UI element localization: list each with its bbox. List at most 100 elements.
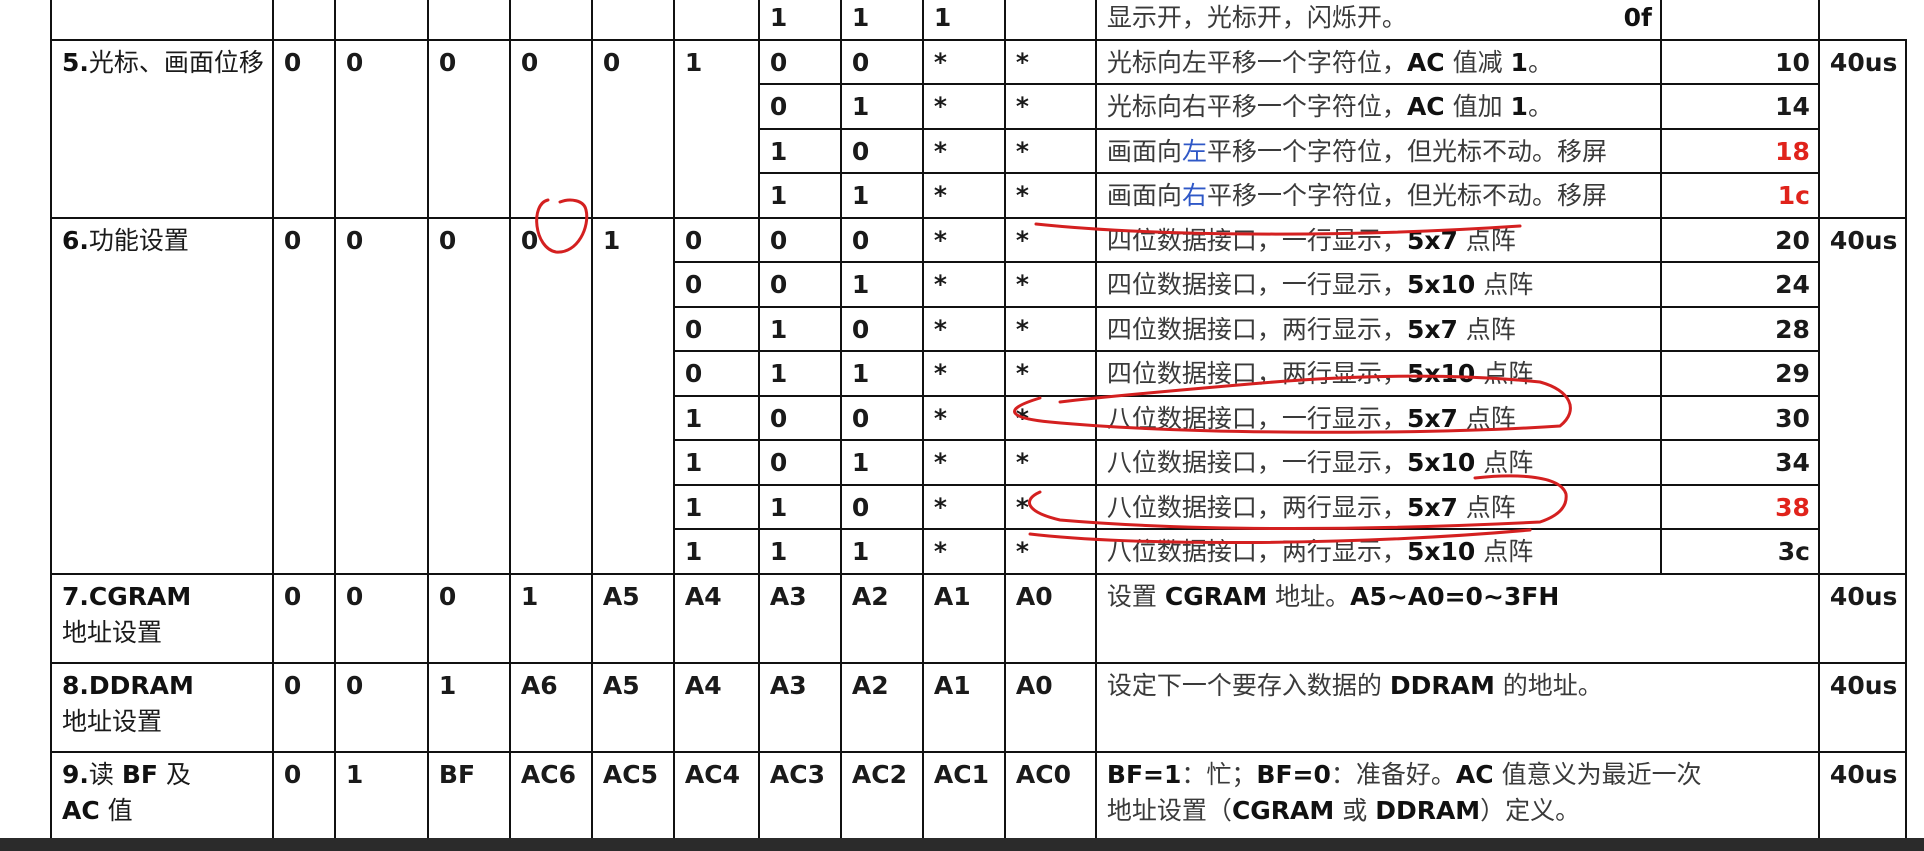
cell-bit: 0 (590, 38, 675, 219)
desc-keyword: 1 (1510, 47, 1528, 77)
desc-part: 八位数据接口，两行显示， (1106, 537, 1407, 566)
cell-description: 光标向右平移一个字符位，AC 值加 1。 (1094, 83, 1662, 130)
cell-bit: A4 (672, 572, 760, 664)
command-title: 读 (88, 759, 122, 789)
cell-bit: * (1003, 483, 1097, 530)
cell-bit: 0 (839, 394, 924, 441)
cell-bit: 1 (839, 439, 924, 486)
cell-description: 光标向左平移一个字符位，AC 值减 1。 (1094, 38, 1662, 85)
desc-part: 四位数据接口，两行显示， (1106, 314, 1407, 344)
desc-part: 点阵 (1457, 225, 1516, 255)
bottom-bar (0, 838, 1924, 851)
cell-description: 四位数据接口，一行显示，5x7 点阵 (1094, 216, 1662, 263)
desc-part: 四位数据接口，一行显示， (1106, 225, 1407, 255)
command-number: 9. (62, 759, 89, 789)
cell-description: 四位数据接口，两行显示，5x7 点阵 (1094, 305, 1662, 352)
cell-bit (590, 0, 675, 41)
desc-keyword: AC (1455, 759, 1494, 789)
cell-bit: AC5 (590, 750, 675, 842)
cell-bit: 0 (839, 305, 924, 352)
cell-time: 40us (1817, 750, 1908, 842)
cell-bit (333, 0, 429, 41)
cell-bit: A2 (839, 572, 924, 664)
cell-bit (1003, 0, 1097, 41)
cell-description: 画面向左平移一个字符位，但光标不动。移屏 (1094, 127, 1662, 174)
desc-line-2: 地址设置（CGRAM 或 DDRAM）定义。 (1107, 793, 1810, 829)
cell-bit: 0 (757, 83, 842, 130)
cell-bit: * (921, 127, 1006, 174)
cell-bit: * (921, 261, 1006, 308)
cell-command-name: 8.DDRAM 地址设置 (50, 661, 274, 753)
desc-part: 。 (1527, 92, 1553, 121)
desc-keyword: DDRAM (1389, 670, 1495, 700)
cell-bit: * (921, 172, 1006, 219)
cell-command-name: 5.光标、画面位移 (50, 38, 274, 219)
cell-bit (672, 0, 760, 41)
command-keyword: AC (62, 795, 100, 825)
cell-bit: AC3 (757, 750, 842, 842)
cell-name (50, 0, 274, 41)
command-title: 7.CGRAM (62, 581, 192, 611)
cell-bit: 0 (672, 261, 760, 308)
cell-bit: 1 (672, 439, 760, 486)
cell-bit: 0 (672, 216, 760, 263)
desc-part: 点阵 (1475, 537, 1534, 566)
cell-bit: * (1003, 261, 1097, 308)
cell-bit: * (1003, 394, 1097, 441)
desc-part: 地址设置（ (1106, 795, 1232, 825)
cell-description: 四位数据接口，两行显示，5x10 点阵 (1094, 350, 1662, 397)
cell-bit: 0 (426, 216, 511, 575)
cell-bit: AC2 (839, 750, 924, 842)
cell-bit: A6 (508, 661, 593, 753)
desc-part: 点阵 (1475, 448, 1534, 477)
cell-bit: 0 (757, 38, 842, 85)
cell-bit: BF (426, 750, 511, 842)
desc-part: 八位数据接口，两行显示， (1106, 492, 1407, 522)
desc-part: ：准备好。 (1330, 759, 1456, 789)
command-title: 光标、画面位移 (88, 47, 264, 77)
desc-part: 的地址。 (1494, 670, 1603, 700)
table-row: 1 1 1 显示开，光标开，闪烁开。 0f (50, 0, 1906, 41)
table-row: 9.读 BF 及 AC 值 0 1 BF AC6 AC5 AC4 AC3 AC2 … (50, 750, 1908, 842)
cell-bit: 0 (757, 439, 842, 486)
cell-bit: AC6 (508, 750, 593, 842)
desc-keyword: 5x7 (1406, 403, 1458, 433)
desc-keyword: 5x10 (1406, 270, 1476, 299)
cell-bit: 1 (672, 483, 760, 530)
cell-bit: 1 (839, 528, 924, 575)
desc-keyword: DDRAM (1375, 795, 1481, 825)
cell-bit: A1 (921, 661, 1006, 753)
cell-hex: 29 (1659, 350, 1820, 397)
desc-part: ：忙； (1181, 759, 1257, 789)
desc-part: 点阵 (1457, 403, 1516, 433)
desc-keyword: 5x7 (1406, 225, 1458, 255)
cell-bit: * (921, 216, 1006, 263)
cell-description: 画面向右平移一个字符位，但光标不动。移屏 (1094, 172, 1662, 219)
command-number: 6. (62, 225, 89, 255)
cell-hex: 38 (1659, 483, 1820, 530)
cell-bit: 0 (426, 572, 511, 664)
cell-bit: AC1 (921, 750, 1006, 842)
cell-description: 八位数据接口，两行显示，5x10 点阵 (1094, 528, 1662, 575)
cell-bit: * (1003, 172, 1097, 219)
cell-bit: 1 (839, 0, 924, 41)
cell-bit (271, 0, 336, 41)
desc-keyword: 5x10 (1406, 537, 1476, 566)
cell-time: 40us (1817, 661, 1908, 753)
table-row: 6.功能设置 0 0 0 0 1 0 0 0 * * 四位数据接口，一行显示，5… (50, 216, 1908, 575)
command-title: 及 (158, 759, 191, 789)
document-page: 1 1 1 显示开，光标开，闪烁开。 0f 5.光标、画面位移 0 0 0 0 0… (0, 0, 1924, 851)
desc-keyword: AC (1406, 47, 1445, 77)
cell-bit: 0 (757, 394, 842, 441)
cell-hex: 24 (1659, 261, 1820, 308)
cell-bit: 1 (757, 127, 842, 174)
cell-description: 四位数据接口，一行显示，5x10 点阵 (1094, 261, 1662, 308)
cell-hex: 28 (1659, 305, 1820, 352)
desc-part: 八位数据接口，一行显示， (1106, 403, 1407, 433)
cell-bit: 0 (839, 127, 924, 174)
cell-bit: * (921, 528, 1006, 575)
table-row: 7.CGRAM 地址设置 0 0 0 1 A5 A4 A3 A2 A1 A0 设置… (50, 572, 1908, 664)
desc-highlight: 左 (1181, 136, 1207, 166)
desc-part: 设置 (1106, 581, 1165, 611)
cell-bit: 1 (757, 350, 842, 397)
